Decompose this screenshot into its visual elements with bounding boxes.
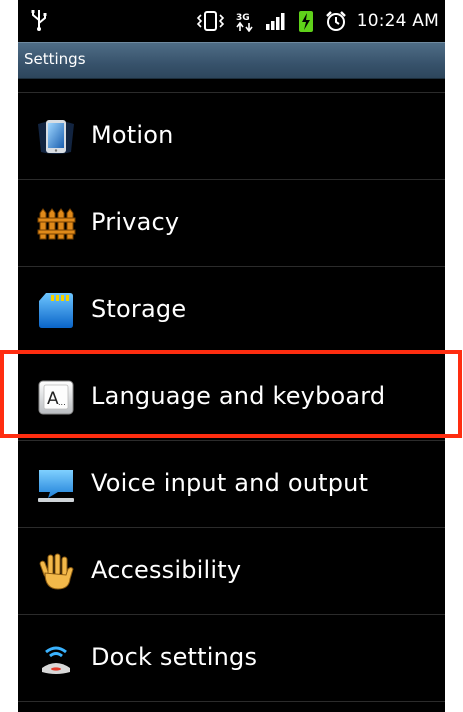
dock-icon	[42, 646, 70, 674]
usb-icon	[31, 10, 47, 31]
settings-item-dock[interactable]: Dock settings	[18, 614, 445, 702]
phone-screen: 3G 10:24 AM Settings Motion Privacy Stor…	[18, 0, 445, 712]
settings-item-label: Dock settings	[91, 643, 258, 671]
status-icons: 3G 10:24 AM	[195, 0, 439, 42]
status-bar: 3G 10:24 AM	[18, 0, 445, 42]
language-keyboard-icon: A ...	[38, 380, 74, 415]
settings-item-privacy[interactable]: Privacy	[18, 179, 445, 266]
settings-item-voice-io[interactable]: Voice input and output	[18, 440, 445, 527]
settings-item-storage[interactable]: Storage	[18, 266, 445, 353]
accessibility-hand-icon	[39, 553, 74, 590]
3g-icon: 3G	[236, 13, 253, 32]
settings-item-language-keyboard[interactable]: A ... Language and keyboard	[18, 353, 445, 440]
motion-phone-icon	[38, 120, 74, 154]
settings-item-label: Voice input and output	[91, 469, 369, 497]
privacy-fence-icon	[37, 208, 76, 240]
settings-item-label: Storage	[91, 295, 187, 323]
signal-icon	[265, 13, 285, 30]
settings-item-label: Privacy	[91, 208, 180, 236]
battery-charging-icon	[298, 11, 313, 32]
vibrate-icon	[196, 11, 224, 31]
alarm-icon	[325, 11, 346, 31]
svg-text:3G: 3G	[236, 13, 250, 23]
storage-sdcard-icon	[39, 293, 73, 328]
settings-item-accessibility[interactable]: Accessibility	[18, 527, 445, 614]
page-title: Settings	[24, 50, 86, 68]
title-bar: Settings	[18, 42, 445, 79]
settings-item-label: Motion	[91, 121, 174, 149]
voice-monitor-icon	[38, 470, 74, 502]
settings-item-label: Accessibility	[91, 556, 242, 584]
svg-text:...: ...	[58, 398, 66, 407]
settings-list: Motion Privacy Storage A ... Language an…	[18, 92, 445, 702]
settings-item-label: Language and keyboard	[91, 382, 386, 410]
status-time: 10:24 AM	[356, 11, 439, 31]
settings-item-motion[interactable]: Motion	[18, 92, 445, 179]
